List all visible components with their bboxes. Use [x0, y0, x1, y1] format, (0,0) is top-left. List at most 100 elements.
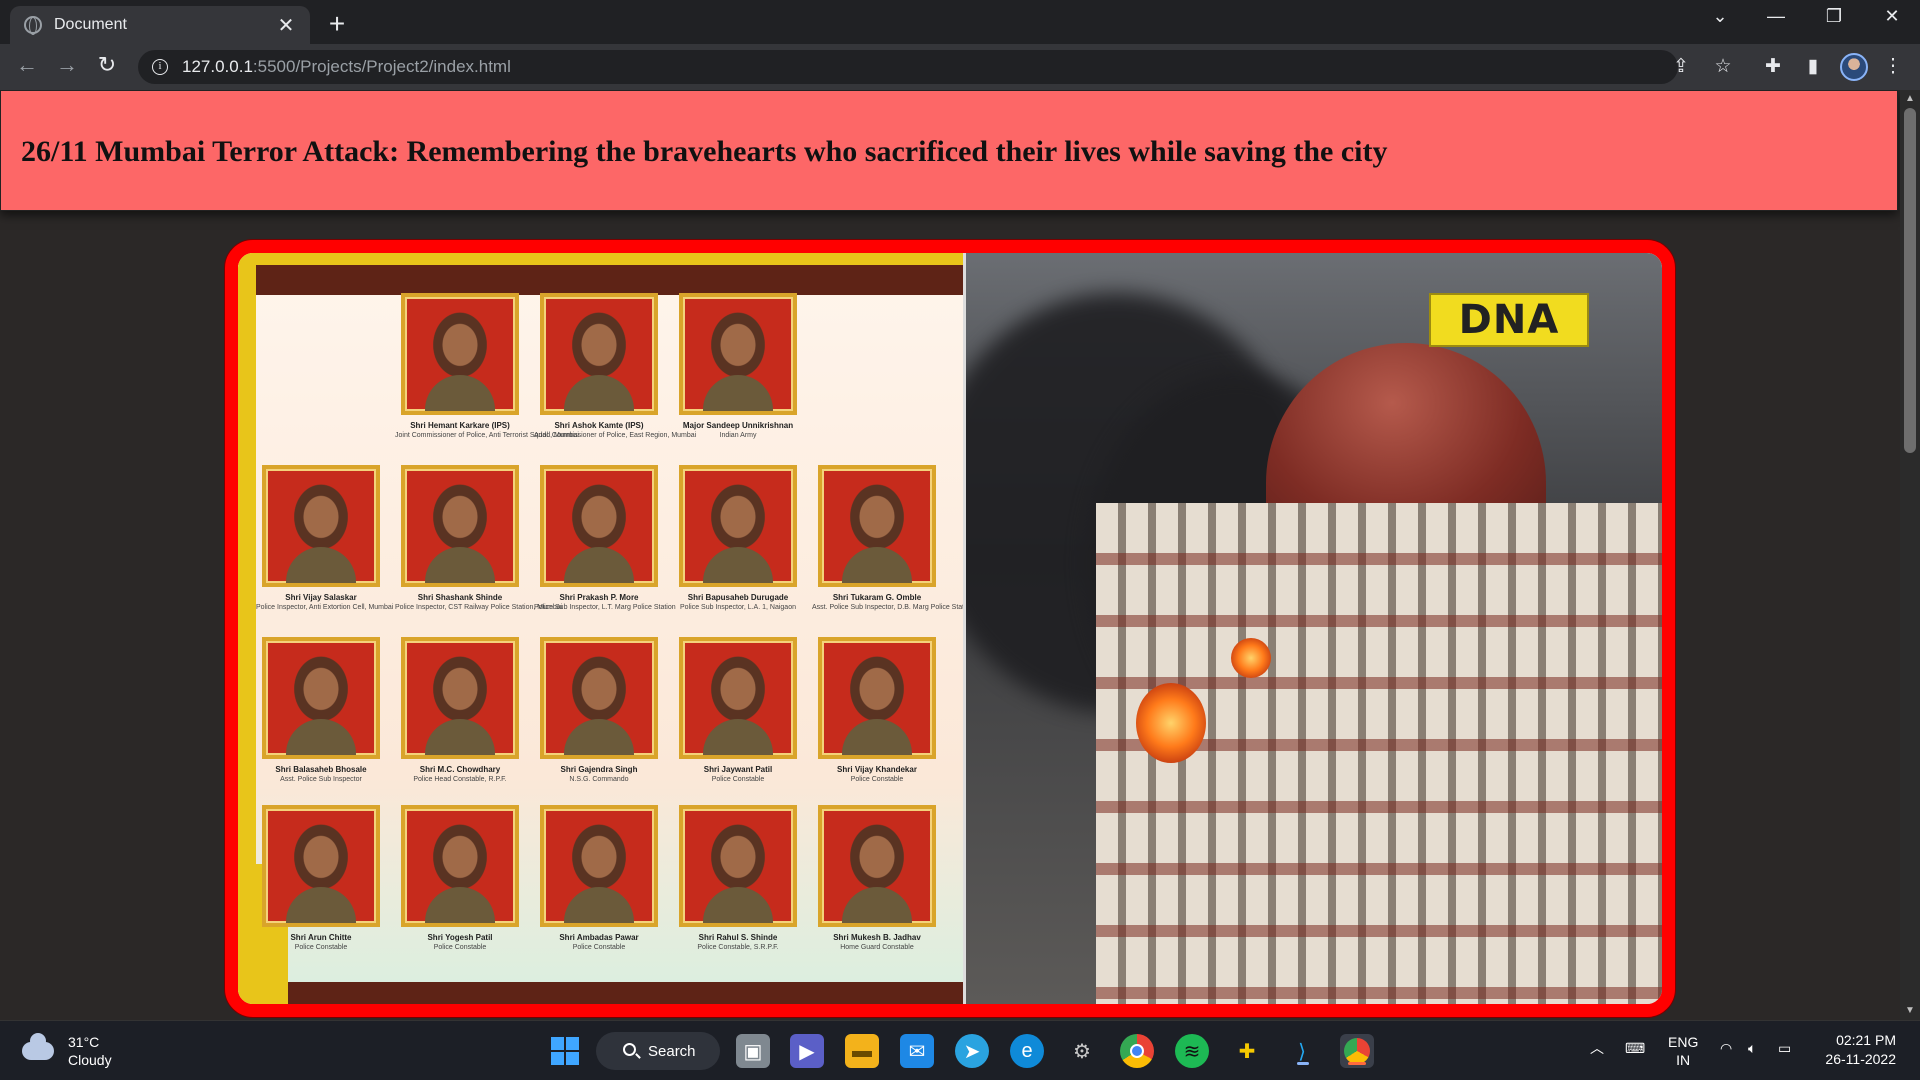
hero-portrait [540, 465, 658, 587]
volume-icon[interactable]: 🔈︎ [1748, 1039, 1756, 1057]
menu-kebab-icon[interactable]: ⋮ [1880, 55, 1906, 78]
decor-band [256, 265, 963, 295]
hero-name: Shri Arun Chitte [290, 933, 352, 942]
url-path: :5500/Projects/Project2/index.html [252, 57, 511, 76]
battery-icon[interactable]: ▭ [1778, 1039, 1791, 1057]
weather-desc: Cloudy [68, 1052, 112, 1068]
hero-role: Police Constable [850, 776, 904, 783]
hero-card: Shri Hemant Karkare (IPS) Joint Commissio… [395, 293, 579, 440]
show-hidden-icons-chevron-icon[interactable]: ︿ [1590, 1039, 1604, 1057]
hero-name: Shri Ambadas Pawar [559, 933, 639, 942]
clock-date: 26-11-2022 [1825, 1051, 1896, 1067]
chrome-icon[interactable] [1120, 1034, 1154, 1068]
site-info-icon[interactable]: i [152, 59, 168, 75]
scroll-down-arrow-icon[interactable]: ▼ [1900, 1002, 1920, 1020]
settings-gear-icon[interactable]: ⚙ [1065, 1034, 1099, 1068]
dna-logo-badge: DNA [1429, 293, 1589, 347]
hero-role: Joint Commissioner of Police, Anti Terro… [395, 432, 579, 439]
windows-start-icon[interactable] [548, 1034, 582, 1068]
page-viewport: 26/11 Mumbai Terror Attack: Remembering … [0, 90, 1900, 1020]
hero-portrait [262, 637, 380, 759]
taskbar-search-button[interactable]: Search [596, 1032, 720, 1070]
new-tab-button[interactable]: + [322, 8, 352, 40]
clock-time: 02:21 PM [1836, 1032, 1896, 1048]
telegram-icon[interactable]: ➤ [955, 1034, 989, 1068]
hero-portrait [401, 293, 519, 415]
hero-portrait [818, 805, 936, 927]
back-arrow-icon[interactable]: ← [12, 52, 42, 78]
system-clock[interactable]: 02:21 PM 26-11-2022 [1816, 1031, 1896, 1069]
hero-role: Police Head Constable, R.P.F. [413, 776, 507, 783]
tab-search-icon[interactable]: ⌄ [1700, 6, 1740, 27]
tribute-image: Shri Hemant Karkare (IPS) Joint Commissio… [225, 240, 1675, 1017]
hero-role: Police Constable [294, 944, 348, 951]
wifi-icon[interactable]: ◠ [1720, 1039, 1732, 1057]
scroll-up-arrow-icon[interactable]: ▲ [1900, 90, 1920, 108]
forward-arrow-icon[interactable]: → [52, 52, 82, 78]
extensions-puzzle-icon[interactable]: ✚ [1760, 55, 1786, 78]
hero-portrait [540, 805, 658, 927]
hero-role: Addl. Commissioner of Police, East Regio… [534, 432, 697, 439]
vscode-icon[interactable]: ⟩ [1285, 1034, 1319, 1068]
hero-name: Shri Vijay Khandekar [837, 765, 917, 774]
running-indicator [1297, 1062, 1309, 1065]
hero-name: Shri Mukesh B. Jadhav [833, 933, 921, 942]
hero-role: Police Inspector, CST Railway Police Sta… [395, 604, 563, 611]
page-title: 26/11 Mumbai Terror Attack: Remembering … [21, 135, 1388, 168]
file-explorer-icon[interactable]: ▬ [845, 1034, 879, 1068]
hero-name: Shri Vijay Salaskar [285, 593, 357, 602]
browser-tab-strip: Document ✕ + ⌄ — ❐ ✕ [0, 0, 1920, 44]
restore-button[interactable]: ❐ [1814, 6, 1854, 27]
profile-avatar[interactable] [1840, 53, 1868, 81]
tab-title: Document [54, 16, 127, 33]
vertical-scrollbar[interactable]: ▲ ▼ [1900, 90, 1920, 1020]
language-indicator[interactable]: ENG IN [1668, 1033, 1698, 1069]
bookmark-star-icon[interactable]: ☆ [1710, 55, 1736, 78]
close-window-button[interactable]: ✕ [1872, 6, 1912, 27]
hero-portrait [818, 637, 936, 759]
hero-portrait [818, 465, 936, 587]
language-code: ENG [1668, 1034, 1699, 1050]
chrome-profile-active-icon[interactable] [1340, 1034, 1374, 1068]
running-indicator [1348, 1062, 1366, 1065]
minimize-button[interactable]: — [1756, 6, 1796, 27]
hero-card: Shri Prakash P. More Police Sub Inspector… [534, 465, 676, 612]
hero-role: Police Sub Inspector, L.A. 1, Naigaon [680, 604, 796, 611]
task-view-icon[interactable]: ▣ [736, 1034, 770, 1068]
fire-flame [1136, 683, 1206, 763]
hero-portrait [679, 637, 797, 759]
decor-band [288, 982, 963, 1004]
search-icon [623, 1043, 636, 1056]
spotify-icon[interactable]: ≋ [1175, 1034, 1209, 1068]
side-panel-icon[interactable]: ▮ [1800, 55, 1826, 78]
teams-chat-icon[interactable]: ▶ [790, 1034, 824, 1068]
scroll-thumb[interactable] [1904, 108, 1916, 453]
hero-card: Shri Arun Chitte Police Constable [256, 805, 386, 952]
search-label: Search [648, 1042, 696, 1060]
tab-close-icon[interactable]: ✕ [276, 13, 296, 38]
address-bar[interactable]: i 127.0.0.1:5500/Projects/Project2/index… [138, 50, 1678, 84]
weather-widget[interactable]: 31°C Cloudy [22, 1033, 112, 1069]
hero-card: Shri Balasaheb Bhosale Asst. Police Sub I… [256, 637, 386, 784]
mail-icon[interactable]: ✉ [900, 1034, 934, 1068]
hero-card: Shri Vijay Khandekar Police Constable [812, 637, 942, 784]
url-host: 127.0.0.1 [182, 57, 253, 76]
hero-card: Shri Rahul S. Shinde Police Constable, S.… [673, 805, 803, 952]
weather-temp: 31°C [68, 1034, 100, 1050]
hero-card: Shri Shashank Shinde Police Inspector, CS… [395, 465, 563, 612]
hero-name: Shri Rahul S. Shinde [698, 933, 778, 942]
hero-name: Shri Bapusaheb Durugade [687, 593, 789, 602]
hero-role: Indian Army [719, 432, 757, 439]
hero-role: Asst. Police Sub Inspector [280, 776, 362, 783]
edge-browser-icon[interactable]: e [1010, 1034, 1044, 1068]
globe-icon [24, 16, 42, 35]
hero-role: Asst. Police Sub Inspector, D.B. Marg Po… [812, 604, 974, 611]
share-icon[interactable]: ⇪ [1668, 55, 1694, 78]
hero-portrait [540, 293, 658, 415]
reload-icon[interactable]: ↻ [92, 52, 122, 78]
hero-card: Major Sandeep Unnikrishnan Indian Army [673, 293, 803, 440]
hero-portrait [401, 805, 519, 927]
browser-tab[interactable]: Document ✕ [10, 6, 310, 44]
app-plus-icon[interactable]: ✚ [1230, 1034, 1264, 1068]
keyboard-icon[interactable]: ⌨ [1625, 1039, 1645, 1057]
